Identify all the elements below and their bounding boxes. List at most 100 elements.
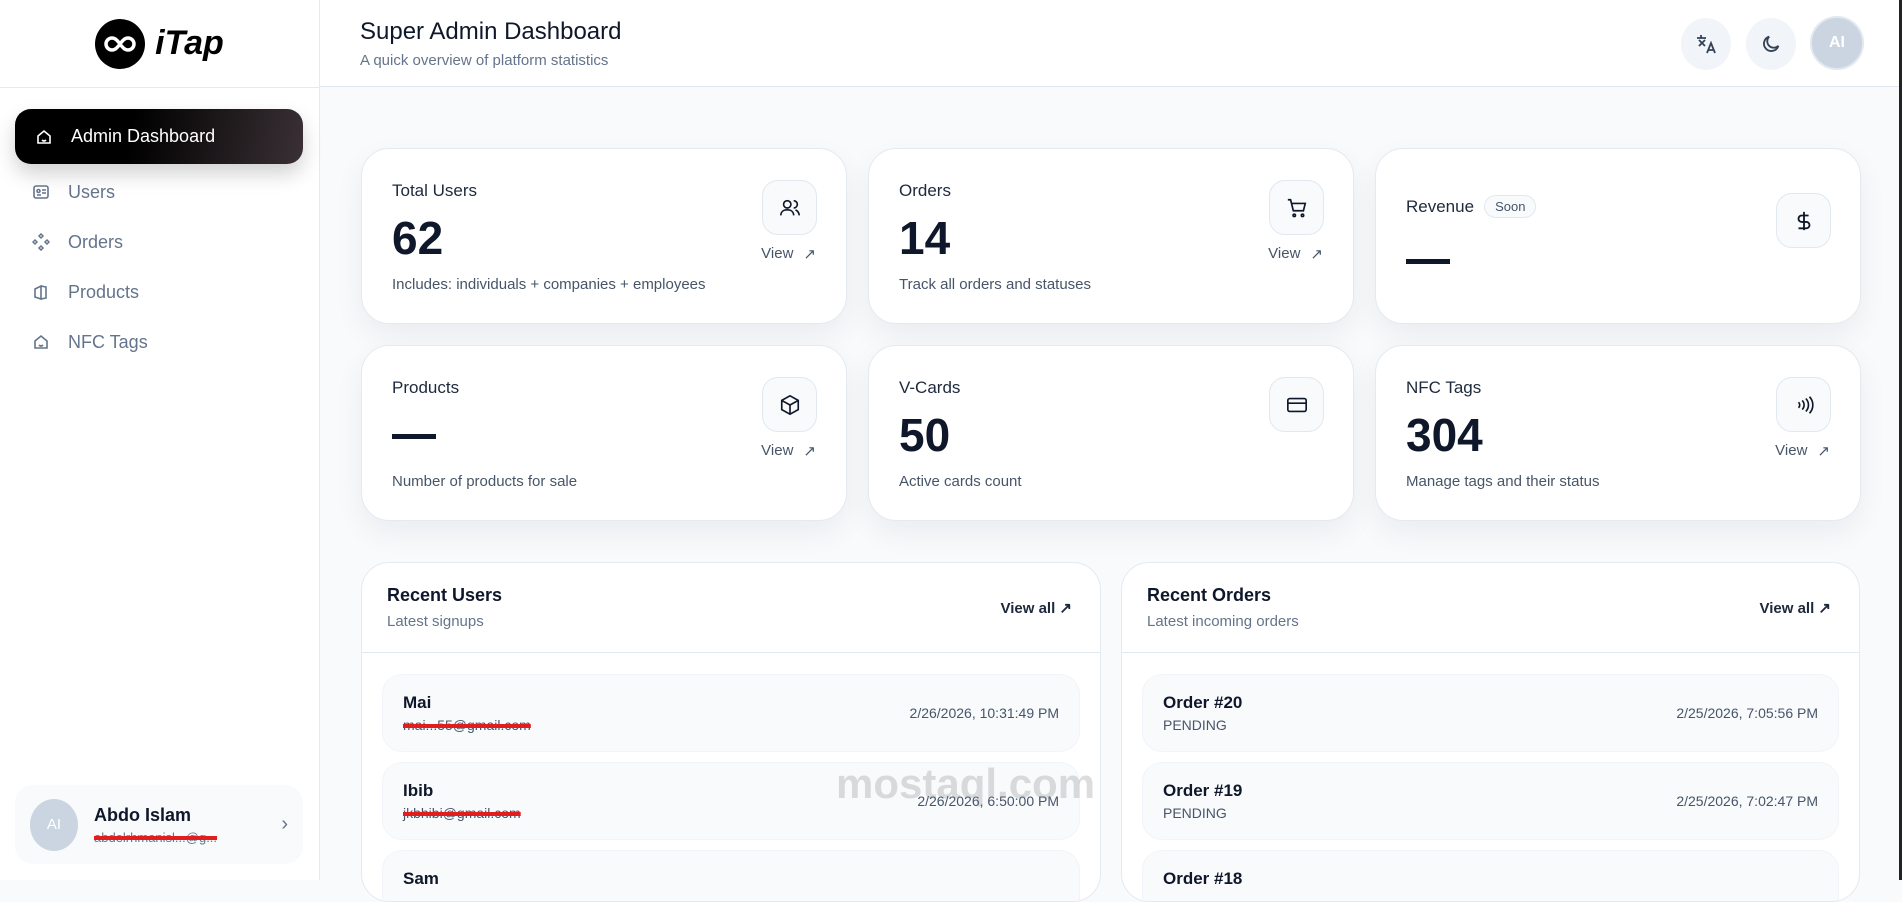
list-item[interactable]: Mai mai...55@gmail.com 2/26/2026, 10:31:… [382,674,1080,752]
user-email: mai...55@gmail.com [403,717,531,733]
sidebar-item-label: Orders [68,231,124,252]
credit-card-icon [1269,377,1324,432]
moon-icon [1763,35,1780,52]
sidebar-item-label: Users [68,181,116,202]
sidebar-item-orders[interactable]: Orders [15,217,303,267]
view-label: View [761,442,794,459]
view-link[interactable]: View ↗ [761,245,816,263]
order-number: Order #18 [1163,869,1243,888]
brand-name: iTap [155,24,224,62]
user-name: Ibib [403,781,434,800]
language-button[interactable] [1681,18,1731,70]
panel-title: Recent Orders [1147,585,1272,605]
chevron-right-icon: › [281,813,288,835]
users-icon [762,180,817,235]
order-time: 2/25/2026, 7:02:47 PM [1676,793,1818,809]
user-email: jkbhibi@gmail.com [403,805,521,821]
order-number: Order #20 [1163,693,1243,712]
panel-title: Recent Users [387,585,503,605]
diamonds-icon [32,233,50,251]
view-label: View [761,245,794,262]
card-value: 304 [1406,409,1483,461]
sidebar: iTap Admin Dashboard Users Orders Produc… [0,0,320,880]
sidebar-item-label: Products [68,281,140,302]
dark-mode-toggle[interactable] [1746,18,1796,70]
user-name: Mai [403,693,432,712]
stat-card-revenue: Revenue Soon [1375,148,1861,324]
card-value: 14 [899,212,951,264]
view-link[interactable]: View ↗ [1268,245,1323,263]
home-icon [37,129,51,144]
view-link[interactable]: View ↗ [761,442,816,460]
stat-card-vcards: V-Cards 50 Active cards count [868,345,1354,521]
nfc-icon [1776,377,1831,432]
card-desc: Active cards count [899,473,1022,490]
header: Super Admin Dashboard A quick overview o… [320,0,1902,87]
card-title: V-Cards [899,378,961,397]
page-subtitle: A quick overview of platform statistics [360,52,609,69]
card-title: NFC Tags [1406,378,1482,397]
soon-badge: Soon [1484,195,1537,218]
user-name: Sam [403,869,439,888]
translate-icon [1697,35,1716,54]
card-desc: Includes: individuals + companies + empl… [392,276,706,293]
list-item[interactable]: Order #20 PENDING 2/25/2026, 7:05:56 PM [1142,674,1839,752]
arrow-up-right-icon: ↗ [803,443,816,460]
sidebar-item-admin-dashboard[interactable]: Admin Dashboard [15,109,303,164]
sidebar-item-label: NFC Tags [68,331,148,352]
arrow-up-right-icon: ↗ [1310,246,1323,263]
stat-card-total-users: Total Users 62 Includes: individuals + c… [361,148,847,324]
card-desc: Manage tags and their status [1406,473,1600,490]
arrow-up-right-icon: ↗ [1059,600,1072,617]
view-all-label: View all [1000,600,1056,617]
cart-icon [1269,180,1324,235]
product-icon [34,284,47,301]
panel-subtitle: Latest signups [387,613,484,630]
stat-card-orders: Orders 14 Track all orders and statuses … [868,148,1354,324]
order-number: Order #19 [1163,781,1243,800]
order-status: PENDING [1163,717,1227,733]
view-all-label: View all [1759,600,1815,617]
home-icon [34,334,48,349]
list-item[interactable]: Order #19 PENDING 2/25/2026, 7:02:47 PM [1142,762,1839,840]
user-email: abdelrhmanisl...@g... [94,829,218,845]
card-value-empty [392,434,436,439]
sidebar-nav: Admin Dashboard Users Orders Products NF… [15,109,303,367]
user-profile-card[interactable]: AI Abdo Islam abdelrhmanisl...@g... › [15,785,303,864]
view-label: View [1775,442,1808,459]
sidebar-item-nfc-tags[interactable]: NFC Tags [15,317,303,367]
view-all-users-link[interactable]: View all ↗ [1000,599,1072,617]
logo[interactable]: iTap [0,0,319,88]
page-title: Super Admin Dashboard [360,18,622,45]
avatar: AI [30,798,78,851]
recent-orders-panel: Recent Orders Latest incoming orders Vie… [1121,562,1860,902]
card-title: Total Users [392,181,478,200]
stat-card-nfc-tags: NFC Tags 304 Manage tags and their statu… [1375,345,1861,521]
view-label: View [1268,245,1301,262]
order-status: PENDING [1163,805,1227,821]
list-item[interactable]: Sam [382,850,1080,901]
sidebar-item-users[interactable]: Users [15,167,303,217]
arrow-up-right-icon: ↗ [1817,443,1830,460]
recent-users-panel: Recent Users Latest signups View all ↗ M… [361,562,1101,902]
view-link[interactable]: View ↗ [1775,442,1830,460]
signup-time: 2/26/2026, 10:31:49 PM [909,705,1059,721]
infinity-logo-icon [95,18,146,69]
card-value-empty [1406,259,1450,264]
card-title: Revenue [1406,196,1475,216]
order-time: 2/25/2026, 7:05:56 PM [1676,705,1818,721]
card-title: Orders [899,181,951,200]
card-title: Products [392,378,460,397]
sidebar-item-products[interactable]: Products [15,267,303,317]
card-desc: Number of products for sale [392,473,578,490]
arrow-up-right-icon: ↗ [803,246,816,263]
user-name: Abdo Islam [94,804,192,825]
list-item[interactable]: Order #18 [1142,850,1839,901]
dollar-icon [1776,193,1831,248]
card-desc: Track all orders and statuses [899,276,1092,293]
header-avatar[interactable]: AI [1810,16,1864,70]
sidebar-item-label: Admin Dashboard [71,126,216,146]
id-card-icon [33,185,49,199]
view-all-orders-link[interactable]: View all ↗ [1759,599,1831,617]
stat-card-products: Products Number of products for sale Vie… [361,345,847,521]
